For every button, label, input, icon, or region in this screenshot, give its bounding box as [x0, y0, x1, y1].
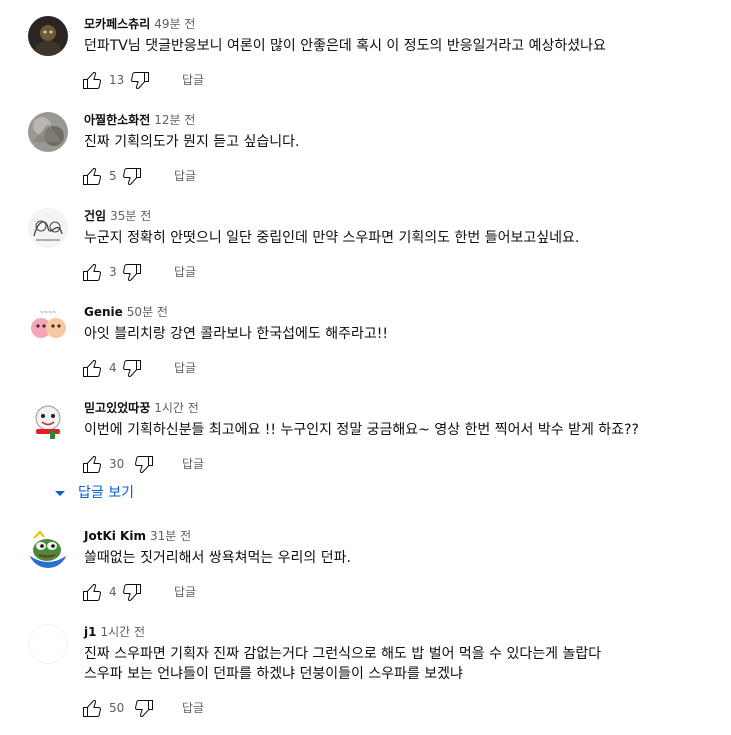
comment-text: 아잇 블리치랑 강연 콜라보나 한국섭에도 해주라고!! — [84, 326, 388, 342]
comment-author[interactable]: 믿고있었따꿍 — [84, 401, 150, 415]
comment-body: j1 1시간 전 진짜 스우파면 기획자 진짜 감없는거다 그런식으로 해도 밥 … — [83, 624, 731, 724]
comment-time[interactable]: 35분 전 — [110, 209, 151, 223]
thumb-down-icon[interactable] — [120, 164, 144, 188]
thumb-up-icon[interactable] — [80, 356, 104, 380]
thumb-up-icon[interactable] — [80, 696, 104, 720]
comment-time[interactable]: 1시간 전 — [154, 401, 199, 415]
thumb-up-icon[interactable] — [80, 580, 104, 604]
avatar[interactable] — [28, 400, 68, 440]
avatar[interactable] — [28, 208, 68, 248]
avatar[interactable] — [28, 16, 68, 56]
comment-body: JotKi Kim 31분 전 쓸때없는 짓거리해서 쌍욕쳐먹는 우리의 던파. … — [83, 528, 731, 608]
comment-author[interactable]: 건임 — [84, 209, 106, 223]
comment-text: 던파TV님 댓글반응보니 여론이 많이 안좋은데 혹시 이 정도의 반응일거라고… — [84, 38, 606, 54]
comment-header: 모카페스츄리 49분 전 — [84, 16, 731, 32]
reply-button[interactable]: 답글 — [174, 168, 196, 184]
comment-author[interactable]: JotKi Kim — [84, 529, 146, 543]
comment-text-line: 스우파 보는 언냐들이 던파를 하겠냐 던붕이들이 스우파를 보겠냐 — [84, 666, 463, 682]
thumb-up-icon[interactable] — [80, 260, 104, 284]
comment-actions: 30 답글 — [83, 448, 731, 480]
thumb-down-icon[interactable] — [120, 260, 144, 284]
view-replies-button[interactable]: 답글 보기 — [55, 483, 134, 503]
comment-header: JotKi Kim 31분 전 — [84, 528, 731, 544]
comment-author[interactable]: j1 — [84, 625, 96, 639]
comment-time[interactable]: 50분 전 — [127, 305, 168, 319]
reply-button[interactable]: 답글 — [174, 360, 196, 376]
comment-body: 아찔한소화전 12분 전 진짜 기획의도가 뭔지 듣고 싶습니다. 5 답글 — [83, 112, 731, 192]
reply-button[interactable]: 답글 — [182, 72, 204, 88]
comment-header: Genie 50분 전 — [84, 304, 731, 320]
comment-author[interactable]: 모카페스츄리 — [84, 17, 150, 31]
comment-text: 쓸때없는 짓거리해서 쌍욕쳐먹는 우리의 던파. — [84, 550, 351, 566]
thumb-down-icon[interactable] — [120, 580, 144, 604]
like-count: 30 — [109, 457, 125, 471]
like-count: 13 — [109, 73, 125, 87]
comment-body: 믿고있었따꿍 1시간 전 이번에 기획하신분들 최고에요 !! 누구인지 정말 궁… — [83, 400, 731, 480]
comment-author[interactable]: 아찔한소화전 — [84, 113, 150, 127]
comment-body: 모카페스츄리 49분 전 던파TV님 댓글반응보니 여론이 많이 안좋은데 혹시 … — [83, 16, 731, 96]
like-count: 4 — [109, 361, 117, 375]
thumb-up-icon[interactable] — [80, 452, 104, 476]
like-count: 50 — [109, 701, 125, 715]
comment-author[interactable]: Genie — [84, 305, 123, 319]
comment-time[interactable]: 49분 전 — [154, 17, 195, 31]
comment-header: 아찔한소화전 12분 전 — [84, 112, 731, 128]
comment-body: 건임 35분 전 누군지 정확히 안떳으니 일단 중립인데 만약 스우파면 기획의… — [83, 208, 731, 288]
comment-actions: 50 답글 — [83, 692, 731, 724]
comment-actions: 4 답글 — [83, 352, 731, 384]
avatar[interactable] — [28, 528, 68, 568]
reply-button[interactable]: 답글 — [174, 264, 196, 280]
avatar[interactable] — [28, 624, 68, 664]
like-count: 4 — [109, 585, 117, 599]
comment-time[interactable]: 31분 전 — [150, 529, 191, 543]
reply-button[interactable]: 답글 — [174, 584, 196, 600]
caret-down-icon — [48, 483, 72, 503]
svg-text:~~~~: ~~~~ — [40, 310, 57, 316]
avatar[interactable] — [28, 112, 68, 152]
view-replies-label: 답글 보기 — [78, 485, 134, 501]
comment-actions: 13 답글 — [83, 64, 731, 96]
thumb-down-icon[interactable] — [120, 356, 144, 380]
comment-text: 진짜 기획의도가 뭔지 듣고 싶습니다. — [84, 134, 300, 150]
comment-actions: 5 답글 — [83, 160, 731, 192]
comment-text-line: 진짜 스우파면 기획자 진짜 감없는거다 그런식으로 해도 밥 벌어 먹을 수 … — [84, 646, 602, 662]
comment-time[interactable]: 1시간 전 — [100, 625, 145, 639]
like-count: 5 — [109, 169, 117, 183]
comment-text: 누군지 정확히 안떳으니 일단 중립인데 만약 스우파면 기획의도 한번 들어보… — [84, 230, 580, 246]
thumb-up-icon[interactable] — [80, 68, 104, 92]
like-count: 3 — [109, 265, 117, 279]
reply-button[interactable]: 답글 — [182, 456, 204, 472]
thumb-down-icon[interactable] — [132, 696, 156, 720]
comment-header: 건임 35분 전 — [84, 208, 731, 224]
thumb-down-icon[interactable] — [128, 68, 152, 92]
comment-actions: 4 답글 — [83, 576, 731, 608]
thumb-down-icon[interactable] — [132, 452, 156, 476]
comment-actions: 3 답글 — [83, 256, 731, 288]
comment-text: 진짜 스우파면 기획자 진짜 감없는거다 그런식으로 해도 밥 벌어 먹을 수 … — [84, 644, 731, 684]
comment-header: j1 1시간 전 — [84, 624, 731, 640]
comment-text: 이번에 기획하신분들 최고에요 !! 누구인지 정말 궁금해요~ 영상 한번 찍… — [84, 422, 639, 438]
comment-time[interactable]: 12분 전 — [154, 113, 195, 127]
comment-header: 믿고있었따꿍 1시간 전 — [84, 400, 731, 416]
thumb-up-icon[interactable] — [80, 164, 104, 188]
comment-body: Genie 50분 전 아잇 블리치랑 강연 콜라보나 한국섭에도 해주라고!! … — [83, 304, 731, 384]
reply-button[interactable]: 답글 — [182, 700, 204, 716]
avatar[interactable]: ~~~~ — [28, 304, 68, 344]
